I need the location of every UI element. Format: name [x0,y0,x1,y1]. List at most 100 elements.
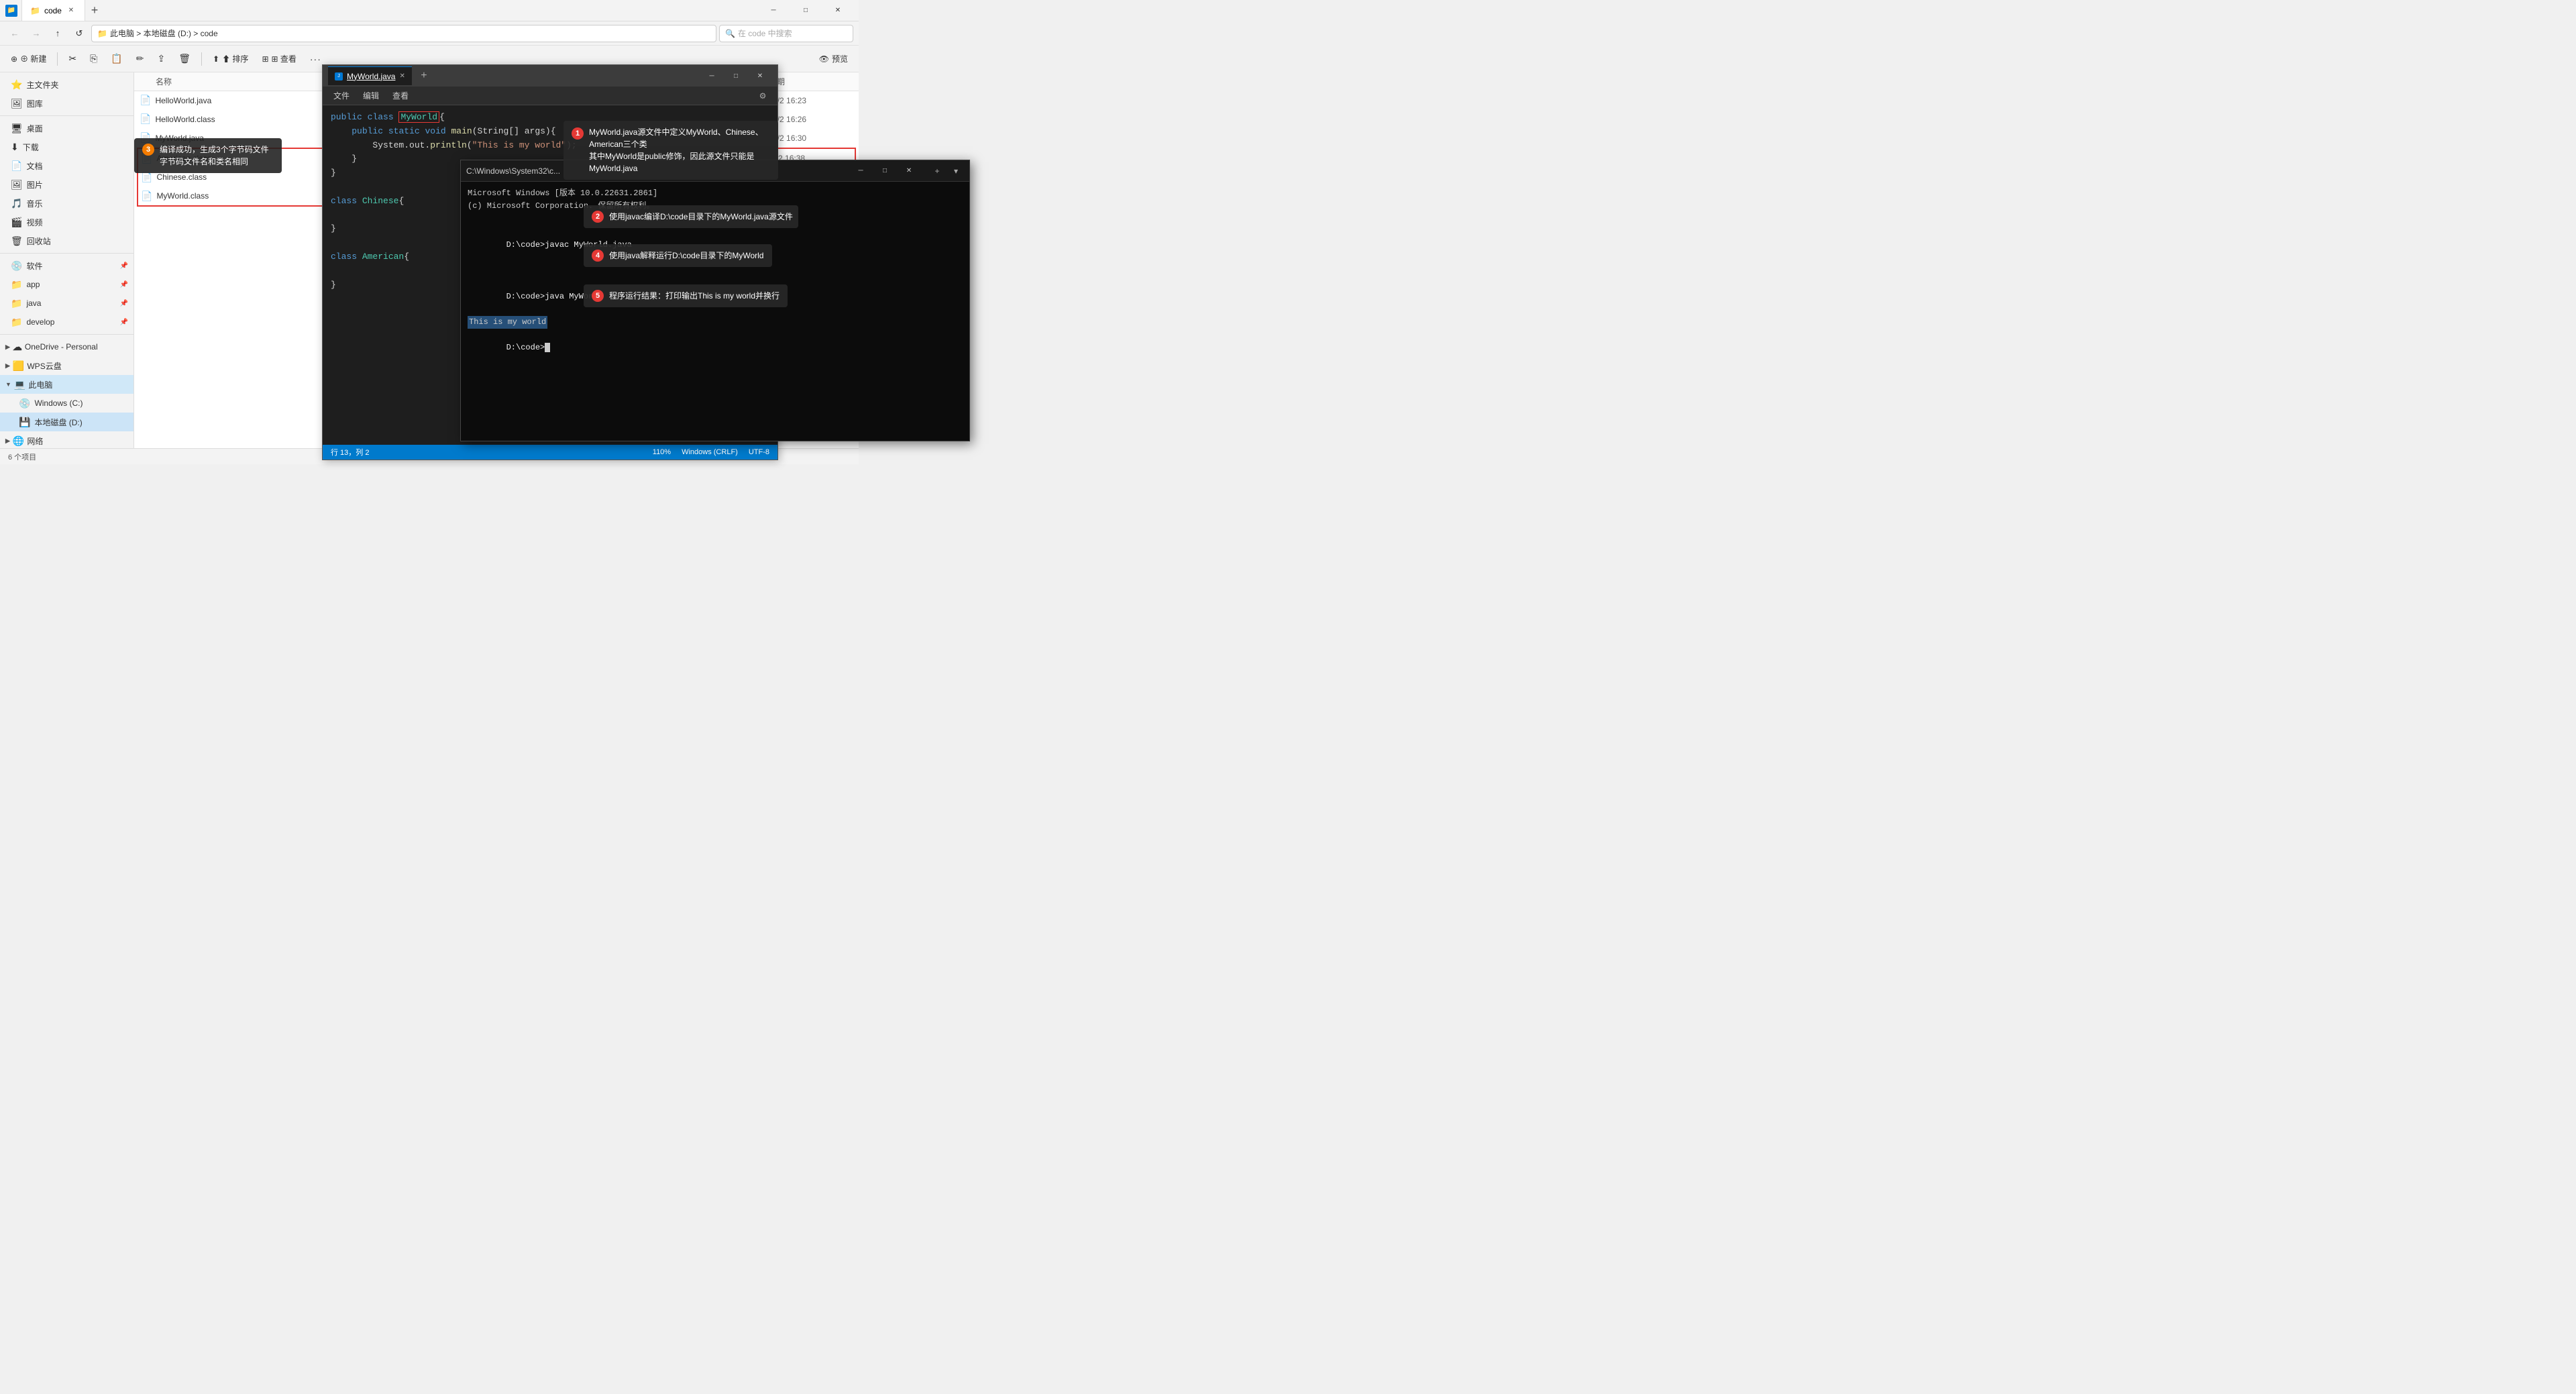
sidebar-divider2 [0,253,133,254]
minimize-btn[interactable]: ─ [758,0,789,21]
window-controls: ─ □ ✕ [758,0,853,21]
sidebar-item-local-d[interactable]: 💾 本地磁盘 (D:) [0,413,133,431]
editor-settings-btn[interactable]: ⚙ [753,89,772,103]
sidebar-label-software: 软件 [26,260,42,272]
sort-label: ⬆ 排序 [222,53,248,64]
sidebar-item-app[interactable]: 📁 app 📌 [0,275,133,294]
tab-close-btn[interactable]: ✕ [66,5,76,16]
file-icon-1: 📄 [140,113,151,125]
copy-btn[interactable]: ⎘ [85,48,103,70]
sidebar-label-onedrive: OneDrive - Personal [25,342,98,352]
paste-icon: 📋 [111,53,122,64]
sidebar-item-downloads[interactable]: ⬇ 下载 [0,138,133,156]
pin-icon2: 📌 [120,281,128,288]
terminal-minimize-btn[interactable]: ─ [851,164,870,178]
search-bar[interactable]: 🔍 在 code 中搜索 [719,25,853,42]
editor-menu-edit[interactable]: 编辑 [358,89,384,103]
sidebar-item-music[interactable]: 🎵 音乐 [0,194,133,213]
refresh-btn[interactable]: ↺ [70,24,89,43]
terminal-add-btn[interactable]: + [929,164,945,178]
pin-icon3: 📌 [120,300,128,307]
sidebar-item-desktop[interactable]: 🖥 桌面 [0,119,133,138]
sidebar-item-onedrive[interactable]: ▶ ☁ OneDrive - Personal [0,337,133,356]
editor-statusbar: 行 13，列 2 110% Windows (CRLF) UTF-8 [323,445,777,460]
editor-menu-view[interactable]: 查看 [387,89,414,103]
cut-btn[interactable]: ✂ [63,48,82,70]
forward-btn[interactable]: → [27,24,46,43]
editor-menu-file[interactable]: 文件 [328,89,355,103]
tab-label: code [44,6,62,15]
terminal-prompt-1: D:\code> [506,240,545,250]
sidebar-item-recycle[interactable]: 🗑 回收站 [0,231,133,250]
new-btn[interactable]: ⊕ ⊕ 新建 [5,48,52,70]
sidebar-label-develop: develop [26,317,54,327]
editor-tab-close-btn[interactable]: ✕ [399,72,405,80]
sidebar-item-java[interactable]: 📁 java 📌 [0,294,133,313]
address-bar[interactable]: 📁 此电脑 > 本地磁盘 (D:) > code [91,25,716,42]
editor-tab[interactable]: J MyWorld.java ✕ [328,66,412,85]
editor-maximize-btn[interactable]: □ [724,65,748,87]
sidebar-label-app: app [26,280,40,289]
sidebar-item-documents[interactable]: 📄 文档 [0,156,133,175]
chevron-icon: ▶ [5,343,10,351]
folder-icon: 📁 [97,29,107,38]
wps-icon: 🟨 [13,360,24,372]
paste-btn[interactable]: 📋 [105,48,127,70]
editor-tab-icon: J [335,72,343,81]
sidebar-label-downloads: 下载 [23,142,39,153]
ann-circle-3: 3 [142,144,154,156]
develop-icon: 📁 [11,317,22,328]
tab-icon: 📁 [30,6,40,15]
file-icon-5: 📄 [141,191,152,202]
delete-btn[interactable]: 🗑 [173,48,196,70]
sidebar-item-windows-c[interactable]: 💿 Windows (C:) [0,394,133,413]
sidebar-item-software[interactable]: 💿 软件 📌 [0,256,133,275]
view-btn[interactable]: ⊞ ⊞ 查看 [256,48,301,70]
share-btn[interactable]: ⇪ [152,48,171,70]
desktop-icon: 🖥 [11,123,23,134]
preview-label: 预览 [832,53,848,64]
chevron-icon2: ▶ [5,362,10,370]
rename-btn[interactable]: ✏ [131,48,150,70]
sidebar-item-this-pc[interactable]: ▼ 💻 此电脑 [0,375,133,394]
explorer-tab[interactable]: 📁 code ✕ [21,0,85,21]
drive-c-icon: 💿 [19,398,30,409]
sidebar-item-network[interactable]: ▶ 🌐 网络 [0,431,133,448]
view-icon: ⊞ [262,54,268,64]
sidebar-item-develop[interactable]: 📁 develop 📌 [0,313,133,331]
editor-minimize-btn[interactable]: ─ [700,65,724,87]
close-btn[interactable]: ✕ [822,0,853,21]
maximize-btn[interactable]: □ [790,0,821,21]
ann-text-1: MyWorld.java源文件中定义MyWorld、Chinese、Americ… [589,126,770,174]
editor-close-btn[interactable]: ✕ [748,65,772,87]
file-name-1: HelloWorld.class [155,115,215,124]
view-label: ⊞ 查看 [272,53,297,64]
editor-menu-view-label: 查看 [392,90,409,101]
new-tab-btn[interactable]: + [85,1,104,20]
pin-icon: 📌 [120,262,128,270]
sidebar-divider3 [0,334,133,335]
sidebar-item-quick-access[interactable]: ⭐ 主文件夹 [0,75,133,94]
file-name-5: MyWorld.class [156,191,209,201]
terminal-close-btn[interactable]: ✕ [900,164,918,178]
editor-menu-file-label: 文件 [333,90,350,101]
sidebar-label-this-pc: 此电脑 [28,379,52,390]
terminal-maximize-btn[interactable]: □ [875,164,894,178]
editor-new-tab-btn[interactable]: + [415,66,433,85]
terminal-menu-btn[interactable]: ▾ [948,164,964,178]
pin-icon4: 📌 [120,319,128,326]
editor-tab-label: MyWorld.java [347,72,395,81]
music-icon: 🎵 [11,198,22,209]
sidebar-item-gallery[interactable]: 🖼 图库 [0,94,133,113]
ann-text-5: 程序运行结果：打印输出This is my world并换行 [609,290,780,302]
file-icon-0: 📄 [140,95,151,106]
sidebar-item-videos[interactable]: 🎬 视频 [0,213,133,231]
preview-toggle[interactable]: 👁 预览 [814,48,853,70]
sort-btn[interactable]: ⬆ ⬆ 排序 [207,48,254,70]
back-btn[interactable]: ← [5,24,24,43]
ann-text-2: 使用javac编译D:\code目录下的MyWorld.java源文件 [609,211,793,223]
sidebar-item-wps[interactable]: ▶ 🟨 WPS云盘 [0,356,133,375]
sidebar-item-pictures[interactable]: 🖼 图片 [0,175,133,194]
file-icon-4: 📄 [141,172,152,183]
up-btn[interactable]: ↑ [48,24,67,43]
